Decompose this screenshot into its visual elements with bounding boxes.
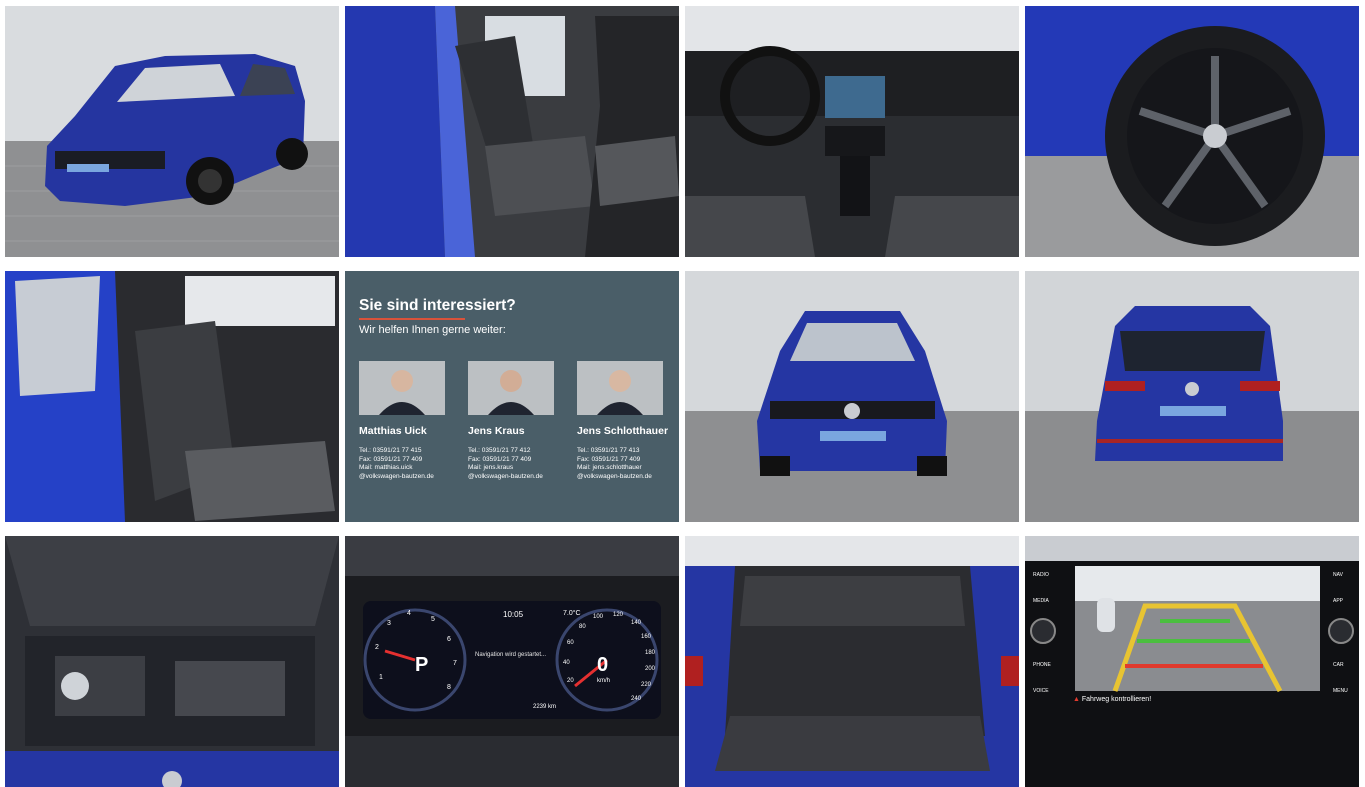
person-mail-domain[interactable]: @volkswagen-bautzen.de (468, 473, 556, 482)
cluster-nav-message: Navigation wird gestartet... (475, 652, 547, 658)
photo-wheel[interactable] (1025, 6, 1359, 257)
contact-person: Jens Schlotthauer Tel.: 03591/21 77 413 … (577, 361, 669, 481)
camera-warning: ▲ Fahrweg kontrollieren! (1073, 696, 1151, 703)
photo-rear-seats[interactable] (5, 271, 339, 522)
tach-tick: 7 (453, 660, 457, 667)
contact-people: Matthias Uick Tel.: 03591/21 77 415 Fax:… (359, 361, 669, 481)
person-mail[interactable]: Mail: jens.kraus (468, 464, 556, 473)
button-media[interactable]: MEDIA (1033, 598, 1049, 604)
avatar (359, 361, 445, 415)
camera-screen-image (1025, 536, 1359, 787)
trunk-image (685, 536, 1019, 787)
avatar (468, 361, 554, 415)
cluster-gear: P (415, 654, 429, 676)
person-mail-domain[interactable]: @volkswagen-bautzen.de (577, 473, 665, 482)
instrument-cluster-image (345, 536, 679, 787)
speed-tick: 160 (641, 634, 652, 640)
photo-gallery: Sie sind interessiert? Wir helfen Ihnen … (0, 0, 1365, 787)
speed-tick: 240 (631, 696, 642, 702)
speed-tick: 80 (579, 624, 586, 630)
car-rear-view-image (1025, 271, 1359, 522)
tach-tick: 1 (379, 674, 383, 681)
photo-rear[interactable] (1025, 271, 1359, 522)
tach-tick: 4 (407, 610, 411, 617)
speed-tick: 220 (641, 682, 652, 688)
cluster-odometer: 2239 km (533, 704, 557, 710)
speed-tick: 120 (613, 612, 624, 618)
speed-tick: 60 (567, 640, 574, 646)
person-name: Jens Schlotthauer (577, 425, 669, 437)
photo-engine-bay[interactable] (5, 536, 339, 787)
person-tel: Tel.: 03591/21 77 415 (359, 447, 422, 454)
front-seats-image (345, 6, 679, 257)
avatar (577, 361, 663, 415)
person-tel: Tel.: 03591/21 77 412 (468, 447, 531, 454)
person-mail[interactable]: Mail: matthias.uick (359, 464, 447, 473)
speed-tick: 40 (563, 660, 570, 666)
photo-front[interactable] (685, 271, 1019, 522)
person-info: Tel.: 03591/21 77 413 Fax: 03591/21 77 4… (577, 447, 665, 481)
photo-instrument-cluster[interactable]: 10:05 7.0°C P Navigation wird gestartet.… (345, 536, 679, 787)
contact-card: Sie sind interessiert? Wir helfen Ihnen … (345, 271, 679, 522)
button-radio[interactable]: RADIO (1033, 572, 1049, 578)
person-name: Matthias Uick (359, 425, 427, 437)
photo-front-seats[interactable] (345, 6, 679, 257)
cluster-temp: 7.0°C (563, 610, 581, 617)
person-mail-domain[interactable]: @volkswagen-bautzen.de (359, 473, 447, 482)
speed-tick: 200 (645, 666, 656, 672)
button-nav[interactable]: NAV (1333, 572, 1343, 578)
contact-title: Sie sind interessiert? (359, 297, 516, 314)
button-app[interactable]: APP (1333, 598, 1343, 604)
contact-subtitle: Wir helfen Ihnen gerne weiter: (359, 324, 506, 336)
person-fax: Fax: 03591/21 77 409 (468, 455, 532, 463)
photo-rear-camera-screen[interactable]: RADIO MEDIA PHONE VOICE NAV APP CAR MENU… (1025, 536, 1359, 787)
camera-warning-text: Fahrweg kontrollieren! (1081, 696, 1152, 703)
cluster-speed: 0 (597, 654, 609, 676)
engine-bay-image (5, 536, 339, 787)
person-fax: Fax: 03591/21 77 409 (359, 455, 423, 463)
contact-person: Matthias Uick Tel.: 03591/21 77 415 Fax:… (359, 361, 447, 481)
speed-tick: 140 (631, 620, 642, 626)
speed-tick: 20 (567, 678, 574, 684)
button-car[interactable]: CAR (1333, 662, 1344, 668)
car-front-view-image (685, 271, 1019, 522)
dashboard-image (685, 6, 1019, 257)
cluster-time: 10:05 (503, 610, 524, 619)
photo-trunk[interactable] (685, 536, 1019, 787)
warning-icon: ▲ (1073, 696, 1080, 703)
person-name: Jens Kraus (468, 425, 525, 437)
person-mail[interactable]: Mail: jens.schlotthauer (577, 464, 665, 473)
button-voice[interactable]: VOICE (1033, 688, 1049, 694)
speed-tick: 180 (645, 650, 656, 656)
cluster-speed-unit: km/h (597, 678, 611, 684)
photo-front-three-quarter[interactable] (5, 6, 339, 257)
person-fax: Fax: 03591/21 77 409 (577, 455, 641, 463)
button-phone[interactable]: PHONE (1033, 662, 1051, 668)
rear-seats-image (5, 271, 339, 522)
speed-tick: 100 (593, 614, 604, 620)
person-info: Tel.: 03591/21 77 412 Fax: 03591/21 77 4… (468, 447, 556, 481)
person-info: Tel.: 03591/21 77 415 Fax: 03591/21 77 4… (359, 447, 447, 481)
title-underline (359, 318, 465, 320)
tach-tick: 5 (431, 616, 435, 623)
contact-person: Jens Kraus Tel.: 03591/21 77 412 Fax: 03… (468, 361, 556, 481)
car-front-image (5, 6, 339, 257)
tach-tick: 6 (447, 636, 451, 643)
tach-tick: 2 (375, 644, 379, 651)
button-menu[interactable]: MENU (1333, 688, 1348, 694)
wheel-image (1025, 6, 1359, 257)
photo-dashboard[interactable] (685, 6, 1019, 257)
tach-tick: 8 (447, 684, 451, 691)
tach-tick: 3 (387, 620, 391, 627)
person-tel: Tel.: 03591/21 77 413 (577, 447, 640, 454)
